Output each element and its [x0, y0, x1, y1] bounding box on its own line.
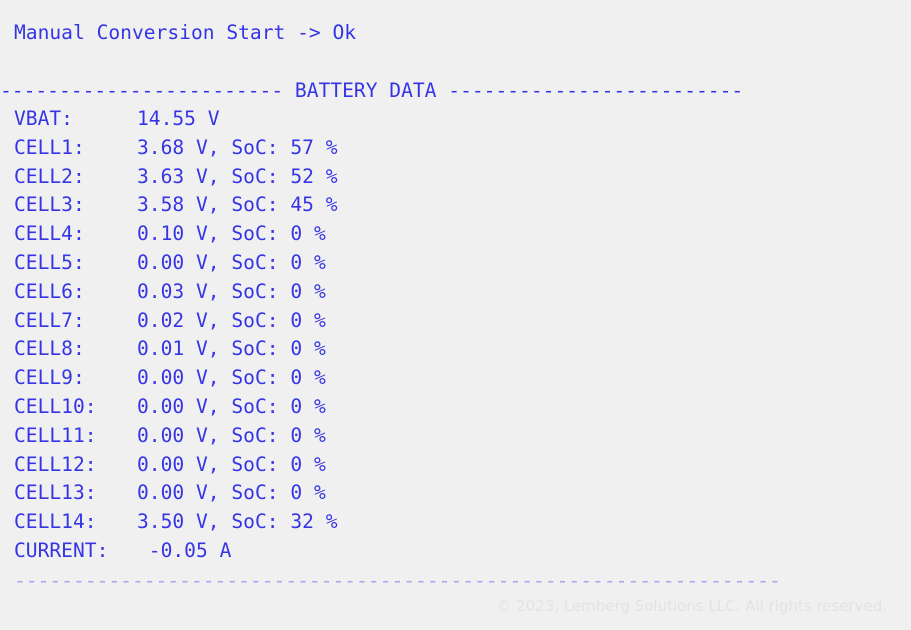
cell-row: CELL1: 3.68 V, SoC: 57 %: [14, 134, 338, 163]
current-row: CURRENT: -0.05 A: [14, 537, 338, 566]
cell-value: 0.00 V, SoC: 0 %: [137, 366, 326, 390]
cell-row: CELL6: 0.03 V, SoC: 0 %: [14, 278, 338, 307]
cell-row: CELL10: 0.00 V, SoC: 0 %: [14, 393, 338, 422]
cell-value: 0.01 V, SoC: 0 %: [137, 337, 326, 361]
cell-value: 0.00 V, SoC: 0 %: [137, 452, 326, 476]
cell-row: CELL5: 0.00 V, SoC: 0 %: [14, 249, 338, 278]
cell-value: 0.02 V, SoC: 0 %: [137, 308, 326, 332]
current-label: CURRENT:: [14, 538, 109, 562]
cell-label: CELL1:: [14, 135, 85, 159]
cell-label: CELL8:: [14, 337, 85, 361]
cell-value: 0.10 V, SoC: 0 %: [137, 222, 326, 246]
cell-label: CELL11:: [14, 423, 97, 447]
cell-value: 3.58 V, SoC: 45 %: [137, 193, 338, 217]
cell-label: CELL14:: [14, 510, 97, 534]
conversion-status-line: Manual Conversion Start -> Ok: [14, 21, 357, 44]
cell-value: 0.00 V, SoC: 0 %: [137, 423, 326, 447]
cell-row: CELL8: 0.01 V, SoC: 0 %: [14, 335, 338, 364]
copyright-watermark: © 2023, Lemberg Solutions LLC. All right…: [496, 597, 887, 615]
cell-value: 0.00 V, SoC: 0 %: [137, 250, 326, 274]
cell-label: CELL9:: [14, 366, 85, 390]
vbat-value: 14.55 V: [137, 107, 220, 130]
header-right-rule: -------------------------: [436, 79, 744, 102]
cell-row: CELL14: 3.50 V, SoC: 32 %: [14, 508, 338, 537]
cell-row: CELL9: 0.00 V, SoC: 0 %: [14, 364, 338, 393]
cell-row: CELL2: 3.63 V, SoC: 52 %: [14, 163, 338, 192]
cell-value: 3.63 V, SoC: 52 %: [137, 164, 338, 188]
cell-row: CELL3: 3.58 V, SoC: 45 %: [14, 191, 338, 220]
cell-value: 0.00 V, SoC: 0 %: [137, 481, 326, 505]
cell-label: CELL10:: [14, 394, 97, 418]
cell-row: CELL7: 0.02 V, SoC: 0 %: [14, 307, 338, 336]
cell-value: 0.00 V, SoC: 0 %: [137, 394, 326, 418]
cell-label: CELL4:: [14, 222, 85, 246]
cell-row: CELL13: 0.00 V, SoC: 0 %: [14, 479, 338, 508]
cell-label: CELL6:: [14, 279, 85, 303]
cell-label: CELL5:: [14, 250, 85, 274]
vbat-label: VBAT:: [14, 107, 73, 130]
cell-label: CELL2:: [14, 164, 85, 188]
cell-value: 3.68 V, SoC: 57 %: [137, 135, 338, 159]
cell-row: CELL11: 0.00 V, SoC: 0 %: [14, 422, 338, 451]
footer-divider: ----------------------------------------…: [14, 569, 781, 592]
cell-label: CELL12:: [14, 452, 97, 476]
cell-value: 3.50 V, SoC: 32 %: [137, 510, 338, 534]
cell-value: 0.03 V, SoC: 0 %: [137, 279, 326, 303]
header-title: BATTERY DATA: [294, 79, 437, 102]
current-value: -0.05 A: [137, 538, 232, 562]
cell-label: CELL3:: [14, 193, 85, 217]
cell-row: CELL4: 0.10 V, SoC: 0 %: [14, 220, 338, 249]
battery-readings: VBAT: 14.55 V CELL1: 3.68 V, SoC: 57 % CEL…: [14, 105, 338, 566]
cell-label: CELL13:: [14, 481, 97, 505]
vbat-row: VBAT: 14.55 V: [14, 105, 338, 134]
cell-label: CELL7:: [14, 308, 85, 332]
header-left-rule: ------------------------: [0, 79, 295, 102]
cell-row: CELL12: 0.00 V, SoC: 0 %: [14, 451, 338, 480]
battery-data-header: ------------------------ BATTERY DATA --…: [0, 76, 743, 105]
